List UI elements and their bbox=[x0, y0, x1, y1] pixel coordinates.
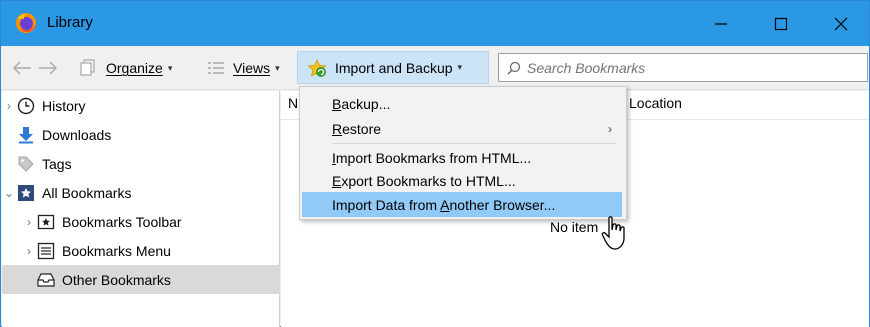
accesskey: E bbox=[332, 172, 342, 189]
chevron-down-icon: ▾ bbox=[457, 62, 463, 72]
label-part: xport Bookmarks to HTML... bbox=[341, 172, 516, 189]
window-title: Library bbox=[47, 14, 93, 31]
forward-arrow-icon bbox=[39, 61, 57, 75]
views-list-icon bbox=[208, 62, 224, 74]
menu-item-label: Restore bbox=[332, 121, 381, 137]
sidebar-item-label: Tags bbox=[42, 155, 72, 172]
back-button[interactable] bbox=[11, 56, 33, 80]
toolbar-star-icon bbox=[36, 212, 56, 232]
expand-twisty-icon[interactable]: › bbox=[22, 215, 36, 229]
label-part: mport Bookmarks from HTML... bbox=[335, 149, 532, 166]
sidebar-item-other-bookmarks[interactable]: Other Bookmarks bbox=[2, 265, 280, 294]
expand-twisty-icon[interactable]: › bbox=[22, 244, 36, 258]
import-backup-icon bbox=[307, 58, 327, 77]
accesskey: R bbox=[332, 120, 343, 137]
label-part: estore bbox=[342, 120, 382, 137]
firefox-logo-icon bbox=[16, 13, 36, 33]
collapse-twisty-icon[interactable]: ⌄ bbox=[2, 186, 16, 200]
label-part: Import Data from bbox=[332, 196, 441, 213]
library-window: Library Organize ▾ Views ▾ Import and Ba… bbox=[0, 0, 870, 327]
accesskey: B bbox=[332, 95, 342, 112]
mouse-pointer-icon bbox=[601, 216, 625, 250]
expand-twisty-icon[interactable]: › bbox=[2, 99, 16, 113]
views-menu-button[interactable]: Views ▾ bbox=[207, 54, 280, 82]
sidebar-item-all-bookmarks[interactable]: ⌄ All Bookmarks bbox=[2, 178, 280, 207]
column-header-location[interactable]: Location bbox=[629, 95, 682, 111]
organize-menu-button[interactable]: Organize ▾ bbox=[78, 54, 172, 82]
search-field[interactable] bbox=[498, 53, 868, 82]
views-label: Views bbox=[233, 60, 271, 76]
sidebar-item-bookmarks-toolbar[interactable]: › Bookmarks Toolbar bbox=[2, 207, 280, 236]
library-sidebar: › History Downloads Tags ⌄ All Bookmarks… bbox=[2, 91, 280, 327]
empty-list-message: No item bbox=[550, 219, 599, 235]
search-icon bbox=[507, 61, 521, 74]
close-button[interactable] bbox=[811, 1, 870, 46]
menu-item-label: Import Bookmarks from HTML... bbox=[332, 150, 531, 166]
menu-item-import-html[interactable]: Import Bookmarks from HTML... bbox=[300, 145, 626, 170]
label-part: ackup... bbox=[341, 95, 391, 112]
maximize-button[interactable] bbox=[751, 1, 811, 46]
back-arrow-icon bbox=[13, 61, 31, 75]
sidebar-item-downloads[interactable]: Downloads bbox=[2, 120, 280, 149]
import-backup-dropdown: Backup... Restore › Import Bookmarks fro… bbox=[299, 86, 627, 220]
chevron-down-icon: ▾ bbox=[167, 62, 173, 73]
sidebar-item-label: Bookmarks Toolbar bbox=[62, 213, 182, 230]
sidebar-item-label: Other Bookmarks bbox=[62, 271, 171, 288]
column-header-name[interactable]: N bbox=[288, 95, 298, 111]
organize-label: Organize bbox=[106, 60, 163, 76]
menu-item-label: Backup... bbox=[332, 96, 390, 112]
import-backup-label: Import and Backup bbox=[335, 59, 453, 76]
submenu-arrow-icon: › bbox=[608, 121, 612, 136]
menu-list-icon bbox=[36, 241, 56, 261]
accesskey: A bbox=[440, 196, 450, 213]
title-bar: Library bbox=[1, 1, 869, 46]
clock-icon bbox=[16, 96, 36, 116]
search-input[interactable] bbox=[527, 59, 847, 76]
sidebar-item-label: All Bookmarks bbox=[42, 184, 132, 201]
forward-button[interactable] bbox=[37, 56, 59, 80]
sidebar-item-label: History bbox=[42, 97, 86, 114]
label-part: nother Browser... bbox=[449, 196, 556, 213]
menu-separator bbox=[332, 143, 616, 144]
menu-item-restore[interactable]: Restore › bbox=[300, 116, 626, 141]
menu-item-label: Export Bookmarks to HTML... bbox=[332, 173, 516, 189]
chevron-down-icon: ▾ bbox=[275, 62, 280, 73]
minimize-icon bbox=[715, 22, 727, 25]
minimize-button[interactable] bbox=[691, 1, 751, 46]
organize-icon bbox=[80, 59, 95, 76]
sidebar-item-bookmarks-menu[interactable]: › Bookmarks Menu bbox=[2, 236, 280, 265]
sidebar-item-label: Bookmarks Menu bbox=[62, 242, 171, 259]
sidebar-item-history[interactable]: › History bbox=[2, 91, 280, 120]
bookmarks-folder-icon bbox=[16, 183, 36, 203]
sidebar-item-tags[interactable]: Tags bbox=[2, 149, 280, 178]
close-icon bbox=[834, 17, 848, 30]
menu-item-export-html[interactable]: Export Bookmarks to HTML... bbox=[300, 168, 626, 193]
menu-item-backup[interactable]: Backup... bbox=[300, 91, 626, 116]
maximize-icon bbox=[774, 17, 788, 30]
toolbar: Organize ▾ Views ▾ Import and Backup ▾ bbox=[1, 46, 869, 90]
sidebar-item-label: Downloads bbox=[42, 126, 112, 143]
import-backup-menu-button[interactable]: Import and Backup ▾ bbox=[297, 51, 489, 84]
download-arrow-icon bbox=[16, 125, 36, 145]
tray-icon bbox=[36, 270, 56, 290]
menu-item-label: Import Data from Another Browser... bbox=[332, 197, 555, 213]
tag-icon bbox=[16, 154, 36, 174]
menu-item-import-from-browser[interactable]: Import Data from Another Browser... bbox=[302, 192, 622, 217]
